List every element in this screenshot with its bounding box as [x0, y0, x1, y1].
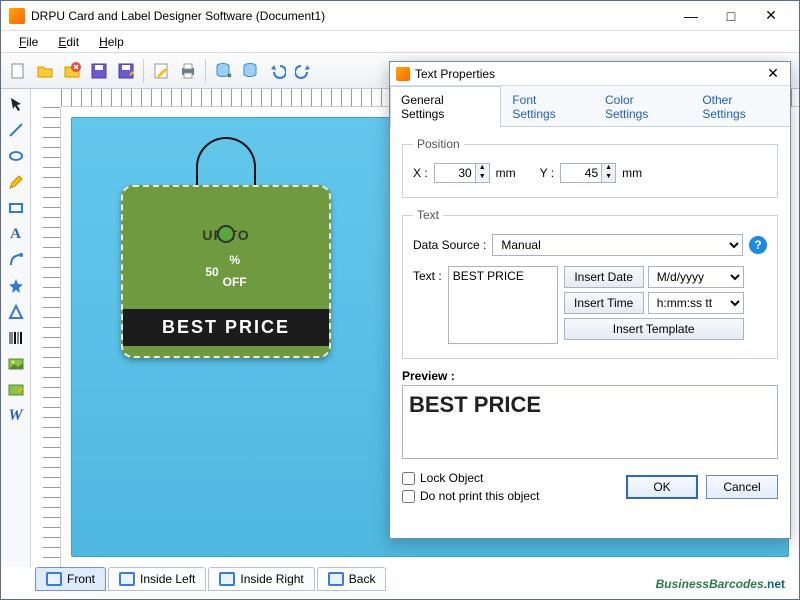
insert-template-button[interactable]: Insert Template — [564, 318, 744, 340]
image-tool-icon[interactable] — [5, 353, 27, 375]
data-source-select[interactable]: Manual — [492, 234, 743, 256]
text-legend: Text — [413, 208, 443, 222]
barcode-tool-icon[interactable] — [5, 327, 27, 349]
ok-button[interactable]: OK — [626, 475, 698, 499]
page-tabs: Front Inside Left Inside Right Back — [35, 565, 386, 593]
page-icon — [119, 572, 135, 586]
pencil-tool-icon[interactable] — [5, 171, 27, 193]
time-format-select[interactable]: h:mm:ss tt — [648, 292, 744, 314]
x-input[interactable] — [435, 164, 475, 182]
date-format-select[interactable]: M/d/yyyy — [648, 266, 744, 288]
y-spin-up[interactable]: ▲ — [601, 164, 615, 173]
maximize-button[interactable]: □ — [711, 2, 751, 30]
preview-box: BEST PRICE — [402, 385, 778, 459]
menu-file[interactable]: File — [9, 33, 48, 51]
dialog-tabs: General Settings Font Settings Color Set… — [390, 86, 790, 127]
database-import-icon[interactable] — [237, 58, 263, 84]
save-icon[interactable] — [86, 58, 112, 84]
ellipse-tool-icon[interactable] — [5, 145, 27, 167]
edit-icon[interactable] — [148, 58, 174, 84]
app-icon — [9, 8, 25, 24]
y-input[interactable] — [561, 164, 601, 182]
save-as-icon[interactable] — [113, 58, 139, 84]
lock-object-checkbox[interactable] — [402, 472, 415, 485]
text-fieldset: Text Data Source : Manual ? Text : BEST … — [402, 208, 778, 359]
y-unit: mm — [622, 166, 642, 180]
print-icon[interactable] — [175, 58, 201, 84]
page-icon — [46, 572, 62, 586]
page-tab-back[interactable]: Back — [317, 567, 387, 591]
page-icon — [328, 572, 344, 586]
preview-label: Preview : — [402, 369, 778, 383]
new-icon[interactable] — [5, 58, 31, 84]
line-tool-icon[interactable] — [5, 119, 27, 141]
y-label: Y : — [540, 166, 554, 180]
lock-object-label: Lock Object — [420, 471, 483, 485]
text-properties-dialog: Text Properties ✕ General Settings Font … — [389, 61, 791, 539]
no-print-label: Do not print this object — [420, 489, 539, 503]
position-legend: Position — [413, 137, 464, 151]
data-source-label: Data Source : — [413, 238, 486, 252]
watermark: BusinessBarcodes.net — [648, 570, 793, 595]
page-tab-front[interactable]: Front — [35, 567, 106, 591]
rectangle-tool-icon[interactable] — [5, 197, 27, 219]
ruler-vertical — [43, 107, 61, 567]
menu-edit[interactable]: Edit — [48, 33, 89, 51]
tab-general-settings[interactable]: General Settings — [390, 86, 501, 127]
tag-off: OFF — [223, 271, 247, 293]
menu-bar: File Edit Help — [1, 31, 799, 53]
dialog-title: Text Properties — [415, 67, 762, 81]
insert-date-button[interactable]: Insert Date — [564, 266, 644, 288]
x-label: X : — [413, 166, 428, 180]
x-spin-up[interactable]: ▲ — [475, 164, 489, 173]
side-toolbar: A W — [1, 89, 31, 567]
price-tag-graphic[interactable]: UP TO 50 % OFF BEST PRICE — [121, 137, 331, 358]
title-bar: DRPU Card and Label Designer Software (D… — [1, 1, 799, 31]
minimize-button[interactable]: — — [671, 2, 711, 30]
tag-big-number: 50 — [205, 243, 218, 301]
tab-color-settings[interactable]: Color Settings — [594, 86, 691, 127]
tag-percent: % — [223, 249, 247, 271]
tag-stripe-text: BEST PRICE — [123, 309, 329, 346]
pointer-tool-icon[interactable] — [5, 93, 27, 115]
menu-help[interactable]: Help — [89, 33, 134, 51]
window-title: DRPU Card and Label Designer Software (D… — [31, 9, 671, 23]
redo-icon[interactable] — [291, 58, 317, 84]
help-icon[interactable]: ? — [749, 236, 767, 254]
dialog-close-button[interactable]: ✕ — [762, 65, 784, 82]
text-tool-icon[interactable]: A — [5, 223, 27, 245]
open-icon[interactable] — [32, 58, 58, 84]
page-tab-inside-right[interactable]: Inside Right — [208, 567, 314, 591]
arc-tool-icon[interactable] — [5, 249, 27, 271]
star-tool-icon[interactable] — [5, 275, 27, 297]
library-tool-icon[interactable] — [5, 379, 27, 401]
tab-font-settings[interactable]: Font Settings — [501, 86, 594, 127]
dialog-icon — [396, 67, 410, 81]
x-spin-down[interactable]: ▼ — [475, 173, 489, 182]
x-unit: mm — [496, 166, 516, 180]
triangle-tool-icon[interactable] — [5, 301, 27, 323]
page-icon — [219, 572, 235, 586]
insert-time-button[interactable]: Insert Time — [564, 292, 644, 314]
page-tab-inside-left[interactable]: Inside Left — [108, 567, 206, 591]
position-fieldset: Position X : ▲▼ mm Y : ▲▼ mm — [402, 137, 778, 198]
text-textarea[interactable]: BEST PRICE — [448, 266, 558, 344]
text-label: Text : — [413, 269, 442, 283]
no-print-checkbox[interactable] — [402, 490, 415, 503]
close-file-icon[interactable] — [59, 58, 85, 84]
database-export-icon[interactable] — [210, 58, 236, 84]
undo-icon[interactable] — [264, 58, 290, 84]
cancel-button[interactable]: Cancel — [706, 475, 778, 499]
tab-other-settings[interactable]: Other Settings — [691, 86, 790, 127]
y-spin-down[interactable]: ▼ — [601, 173, 615, 182]
close-button[interactable]: ✕ — [751, 2, 791, 30]
wordart-tool-icon[interactable]: W — [5, 405, 27, 427]
